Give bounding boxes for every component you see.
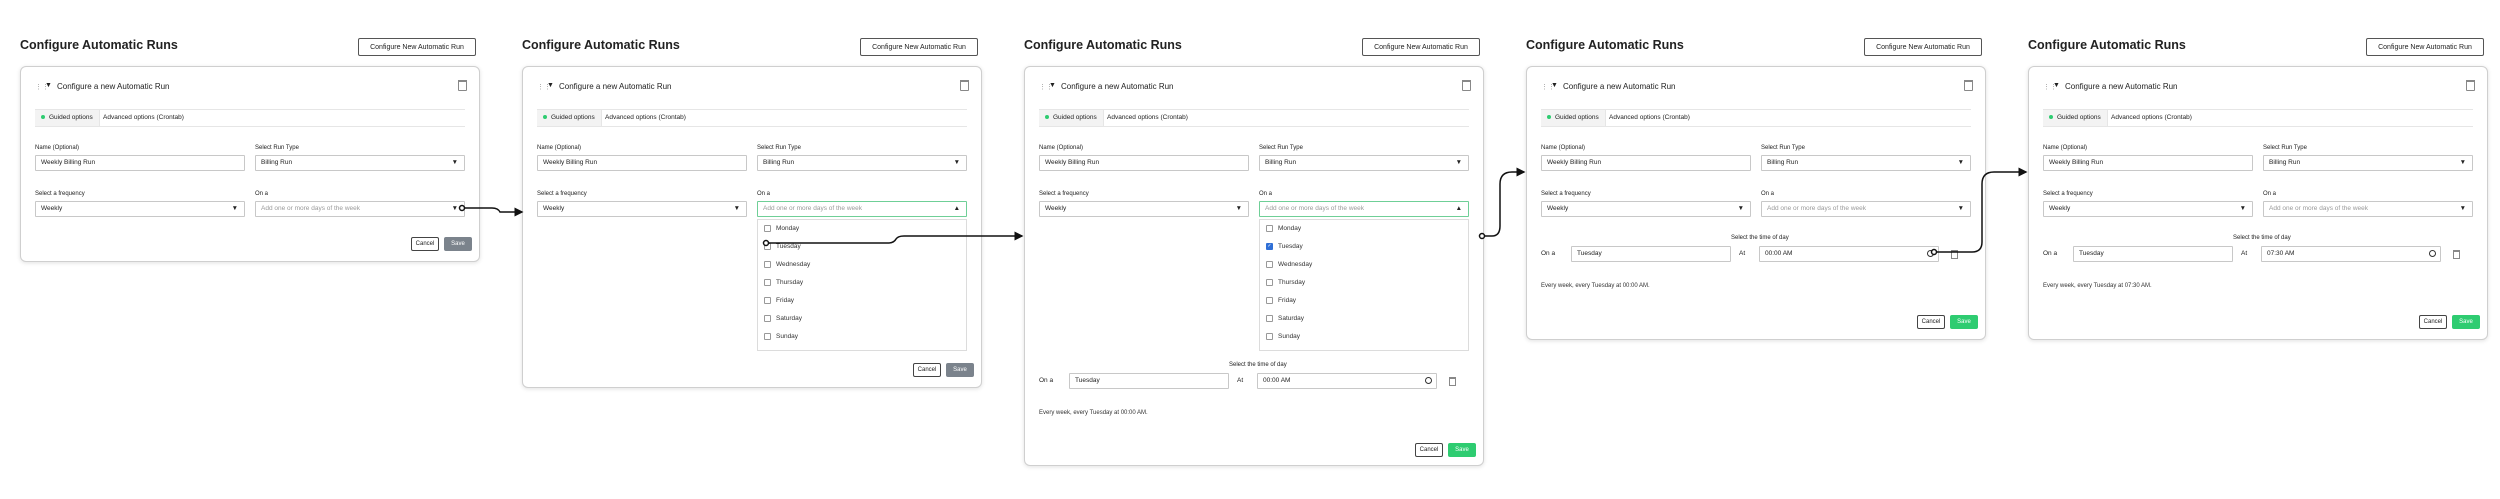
flow-arrow-icon — [1478, 167, 1526, 240]
flow-arrow-icon — [1930, 167, 2028, 256]
flow-arrow-icon — [762, 231, 1024, 247]
flow-arrow-icon — [458, 204, 524, 217]
flow-arrows — [458, 167, 2028, 256]
